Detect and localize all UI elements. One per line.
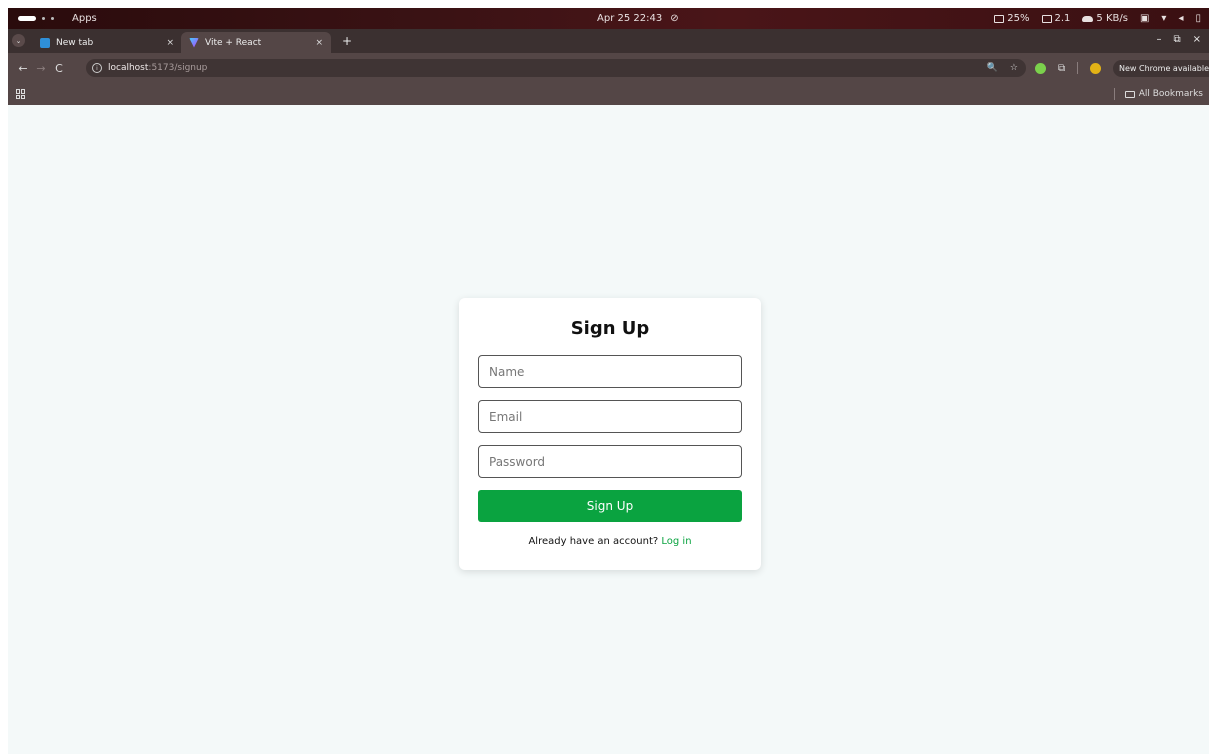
system-tray[interactable]: 25% 2.1 5 KB/s ▣ ▾ ◂ ▯ — [994, 13, 1201, 24]
tab-strip: ⌄ New tab × Vite + React × + – ⧉ × — [8, 29, 1209, 53]
vite-favicon-icon — [189, 37, 199, 48]
puzzle-icon[interactable]: ⧉ — [1058, 63, 1065, 74]
all-bookmarks-label: All Bookmarks — [1138, 89, 1203, 99]
address-bar[interactable]: i localhost :5173/signup 🔍 ☆ — [86, 59, 1026, 77]
browser-toolbar: ← → C i localhost :5173/signup 🔍 ☆ ⧉ New… — [8, 53, 1209, 83]
workspace-dot-icon — [51, 17, 54, 20]
extension-icon[interactable] — [1035, 62, 1046, 74]
folder-icon — [1124, 90, 1135, 98]
restore-icon[interactable]: ⧉ — [1173, 34, 1180, 45]
volume-icon[interactable]: ◂ — [1178, 13, 1183, 24]
new-tab-favicon-icon — [40, 37, 50, 48]
net-value: 5 KB/s — [1096, 13, 1128, 24]
workspace-indicator[interactable]: Apps — [8, 13, 97, 24]
site-info-icon[interactable]: i — [92, 63, 102, 73]
tab-new-tab[interactable]: New tab × — [32, 32, 182, 53]
tab-close-icon[interactable]: × — [315, 38, 323, 48]
bell-off-icon: ⊘ — [670, 13, 679, 24]
tab-close-icon[interactable]: × — [166, 38, 174, 48]
tab-vite-react[interactable]: Vite + React × — [181, 32, 331, 53]
extensions-area: ⧉ — [1035, 62, 1102, 74]
apps-grid-icon[interactable] — [16, 89, 26, 99]
tab-title: Vite + React — [205, 37, 262, 48]
cpu-indicator: 25% — [994, 13, 1030, 24]
cloud-icon — [1082, 15, 1094, 22]
forward-icon[interactable]: → — [32, 62, 50, 75]
zoom-icon[interactable]: 🔍 — [987, 63, 998, 73]
page-title: Sign Up — [570, 318, 650, 339]
bookmarks-divider — [1113, 88, 1115, 100]
chrome-update-button[interactable]: New Chrome available ⋮ — [1113, 60, 1209, 77]
wifi-icon[interactable]: ▾ — [1161, 13, 1166, 24]
login-prompt-text: Already have an account? — [528, 536, 659, 547]
apps-menu[interactable]: Apps — [72, 13, 97, 24]
signup-card: Sign Up Sign Up Already have an account?… — [459, 298, 761, 570]
back-icon[interactable]: ← — [14, 62, 32, 75]
clock[interactable]: Apr 25 22:43 ⊘ — [597, 13, 679, 24]
password-field[interactable] — [478, 445, 742, 478]
sign-up-button[interactable]: Sign Up — [478, 490, 742, 522]
cpu-icon — [994, 14, 1005, 23]
minimize-icon[interactable]: – — [1156, 34, 1161, 45]
bookmark-star-icon[interactable]: ☆ — [1010, 63, 1018, 73]
name-field[interactable] — [478, 355, 742, 388]
new-tab-button[interactable]: + — [342, 34, 352, 48]
close-window-icon[interactable]: × — [1193, 34, 1201, 45]
load-value: 2.1 — [1054, 13, 1071, 24]
profile-avatar-icon[interactable] — [1090, 62, 1102, 74]
chevron-down-icon: ⌄ — [15, 36, 22, 45]
workspace-dot-icon — [42, 17, 45, 20]
all-bookmarks-button[interactable]: All Bookmarks — [1113, 88, 1203, 100]
toolbar-divider — [1077, 62, 1079, 74]
page-viewport: Sign Up Sign Up Already have an account?… — [8, 105, 1209, 754]
window-controls: – ⧉ × — [1156, 34, 1201, 45]
load-indicator: 2.1 — [1041, 13, 1071, 24]
cpu-value: 25% — [1007, 13, 1030, 24]
clipboard-icon[interactable]: ▣ — [1140, 13, 1149, 24]
reload-icon[interactable]: C — [50, 62, 68, 75]
monitor-icon — [1041, 14, 1052, 23]
network-indicator: 5 KB/s — [1082, 13, 1128, 24]
login-prompt: Already have an account? Log in — [459, 536, 761, 547]
url-host: localhost — [108, 63, 149, 73]
datetime: Apr 25 22:43 — [597, 13, 663, 24]
email-field[interactable] — [478, 400, 742, 433]
url-path: :5173/signup — [148, 63, 208, 73]
tab-title: New tab — [56, 37, 94, 48]
update-label: New Chrome available — [1119, 64, 1209, 73]
login-link[interactable]: Log in — [661, 536, 691, 547]
os-top-bar: Apps Apr 25 22:43 ⊘ 25% 2.1 5 KB/s ▣ ▾ ◂… — [8, 8, 1209, 29]
workspace-active-icon — [18, 16, 36, 21]
bookmarks-bar: All Bookmarks — [8, 83, 1209, 105]
tab-search-button[interactable]: ⌄ — [12, 34, 25, 47]
battery-icon[interactable]: ▯ — [1195, 13, 1201, 24]
